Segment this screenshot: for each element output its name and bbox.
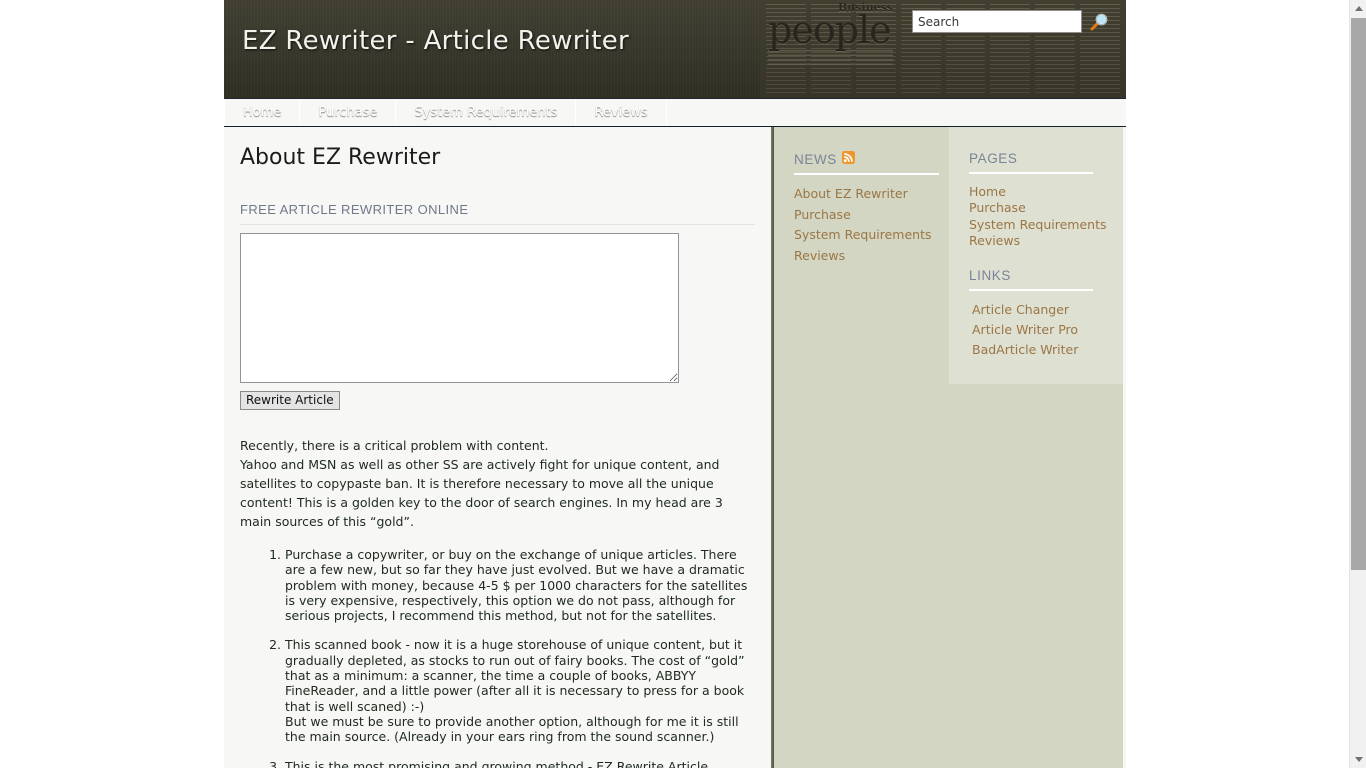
- sources-list: Purchase a copywriter, or buy on the exc…: [240, 547, 755, 768]
- news-link-list: About EZ Rewriter Purchase System Requir…: [794, 184, 949, 265]
- list-item: System Requirements: [969, 216, 1123, 232]
- links-link-list: Article Changer Article Writer Pro BadAr…: [969, 300, 1123, 360]
- intro-paragraph: Recently, there is a critical problem wi…: [240, 438, 723, 529]
- scroll-up-arrow-icon[interactable]: [1350, 0, 1366, 17]
- links-widget-divider: [969, 288, 1093, 291]
- links-link-badarticle-writer[interactable]: BadArticle Writer: [969, 340, 1123, 360]
- pages-link-purchase[interactable]: Purchase: [969, 199, 1123, 215]
- news-link-system-requirements[interactable]: System Requirements: [794, 225, 949, 245]
- list-item: Home: [969, 183, 1123, 199]
- magnifier-icon: [1090, 13, 1108, 30]
- scrollbar-thumb[interactable]: [1351, 18, 1366, 570]
- list-item: Purchase a copywriter, or buy on the exc…: [285, 547, 755, 623]
- list-item: Purchase: [969, 199, 1123, 215]
- main-navigation: Home Purchase System Requirements Review…: [224, 98, 1126, 127]
- article-textarea[interactable]: [240, 233, 679, 383]
- links-widget-title: LINKS: [969, 268, 1123, 287]
- nav-item-home[interactable]: Home: [224, 99, 301, 126]
- pages-widget-title: PAGES: [969, 151, 1123, 170]
- list-item: System Requirements: [794, 225, 949, 245]
- news-widget-divider: [794, 173, 939, 175]
- links-link-article-writer-pro[interactable]: Article Writer Pro: [969, 320, 1123, 340]
- nav-item-system-requirements[interactable]: System Requirements: [396, 99, 577, 126]
- pages-link-home[interactable]: Home: [969, 183, 1123, 199]
- pages-link-reviews[interactable]: Reviews: [969, 232, 1123, 248]
- site-title: EZ Rewriter - Article Rewriter: [242, 26, 629, 56]
- list-item: Article Changer: [969, 300, 1123, 320]
- list-item: This scanned book - now it is a huge sto…: [285, 637, 755, 744]
- rss-icon[interactable]: [841, 151, 855, 167]
- rewriter-form-label: FREE ARTICLE REWRITER ONLINE: [240, 202, 755, 225]
- nav-item-reviews[interactable]: Reviews: [576, 99, 667, 126]
- pages-link-list: Home Purchase System Requirements Review…: [969, 183, 1123, 249]
- search-button[interactable]: [1088, 11, 1110, 33]
- sidebar: NEWS About EZ Rewriter Purchase System R…: [774, 127, 1123, 768]
- list-item: About EZ Rewriter: [794, 184, 949, 204]
- site-header: Business people EZ Rewriter - Article Re…: [224, 0, 1126, 98]
- scroll-down-arrow-icon[interactable]: [1350, 751, 1366, 768]
- page-root: Business people EZ Rewriter - Article Re…: [0, 0, 1366, 768]
- search-input[interactable]: [912, 10, 1082, 33]
- list-item: This is the most promising and growing m…: [285, 759, 755, 768]
- body-columns: About EZ Rewriter FREE ARTICLE REWRITER …: [224, 127, 1126, 768]
- links-link-article-changer[interactable]: Article Changer: [969, 300, 1123, 320]
- pages-widget-divider: [969, 172, 1093, 174]
- pages-link-system-requirements[interactable]: System Requirements: [969, 216, 1123, 232]
- nav-item-purchase[interactable]: Purchase: [300, 99, 397, 126]
- list-item: Article Writer Pro: [969, 320, 1123, 340]
- pages-links-panel: PAGES Home Purchase System Requirements …: [949, 127, 1123, 384]
- news-link-purchase[interactable]: Purchase: [794, 205, 949, 225]
- list-item: BadArticle Writer: [969, 340, 1123, 360]
- pages-widget-label: PAGES: [969, 151, 1018, 166]
- links-widget-label: LINKS: [969, 267, 1012, 283]
- main-content: About EZ Rewriter FREE ARTICLE REWRITER …: [224, 127, 774, 768]
- rewrite-article-button[interactable]: Rewrite Article: [240, 391, 340, 410]
- vertical-scrollbar[interactable]: [1349, 0, 1366, 768]
- site-container: Business people EZ Rewriter - Article Re…: [224, 0, 1126, 768]
- list-item: Reviews: [969, 232, 1123, 248]
- news-link-reviews[interactable]: Reviews: [794, 246, 949, 266]
- news-link-about[interactable]: About EZ Rewriter: [794, 184, 949, 204]
- news-widget-title: NEWS: [794, 151, 949, 171]
- list-item: Purchase: [794, 205, 949, 225]
- search-form: [912, 10, 1110, 33]
- page-title: About EZ Rewriter: [240, 145, 441, 170]
- news-widget: NEWS About EZ Rewriter Purchase System R…: [774, 127, 949, 266]
- news-widget-label: NEWS: [794, 151, 837, 167]
- list-item: Reviews: [794, 246, 949, 266]
